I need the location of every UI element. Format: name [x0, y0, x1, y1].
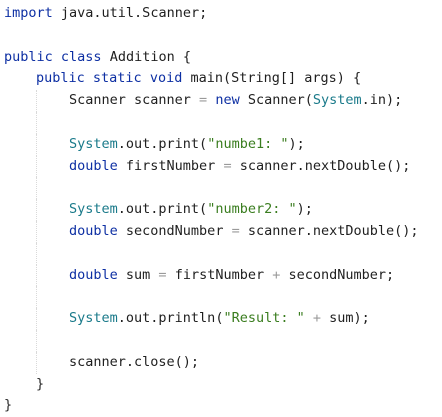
indent-guide	[4, 242, 69, 265]
code-text: .in);	[361, 92, 403, 109]
indent-guide	[4, 155, 69, 178]
closing-brace: }	[36, 375, 45, 392]
code-line: System.out.println("Result: " + sum);	[4, 308, 419, 330]
code-line: }	[4, 374, 419, 396]
code-text: sum);	[321, 310, 370, 327]
code-text: scanner.nextDouble();	[239, 222, 419, 239]
code-text: java.util.Scanner;	[52, 5, 208, 21]
system-class: System	[69, 135, 118, 152]
code-line: double secondNumber = scanner.nextDouble…	[4, 220, 419, 243]
keyword: static	[92, 70, 142, 87]
system-class: System	[312, 92, 362, 109]
keyword: public	[36, 70, 85, 87]
indent-guide	[4, 329, 69, 352]
operator: +	[312, 310, 322, 327]
code-text: .out.print(	[117, 135, 208, 152]
indent-guide	[4, 68, 36, 90]
keyword: class	[60, 48, 102, 65]
system-class: System	[69, 310, 118, 327]
keyword: double	[69, 222, 118, 239]
keyword: import	[4, 5, 53, 21]
keyword: new	[215, 92, 240, 109]
code-line: Scanner scanner = new Scanner(System.in)…	[4, 90, 419, 112]
operator: =	[158, 266, 167, 283]
code-text: main(String[] args) {	[182, 70, 362, 87]
code-text: firstNumber	[166, 266, 273, 283]
system-class: System	[69, 201, 118, 218]
code-line-blank	[4, 286, 419, 309]
code-text: firstNumber	[117, 157, 224, 174]
indent-guide	[4, 199, 69, 221]
code-line: double sum = firstNumber + secondNumber;	[4, 264, 419, 287]
string-literal: "number2: "	[207, 201, 297, 218]
indent-guide	[4, 177, 69, 200]
code-line: System.out.print("numbe1: ");	[4, 133, 419, 156]
indent-guide	[4, 351, 69, 374]
code-line: }	[4, 395, 419, 417]
code-line: public static void main(String[] args) {	[4, 68, 419, 90]
operator: =	[223, 157, 232, 174]
code-text: scanner.nextDouble();	[231, 157, 411, 174]
indent-guide	[4, 90, 69, 112]
code-text: Scanner(	[239, 92, 313, 109]
code-block[interactable]: import java.util.Scanner; public class A…	[4, 3, 419, 417]
class-name: Addition {	[101, 48, 191, 65]
indent-guide	[4, 308, 69, 330]
code-line: scanner.close();	[4, 351, 419, 374]
code-line-blank	[4, 329, 419, 352]
indent-guide	[4, 111, 69, 134]
indent-guide	[4, 133, 69, 156]
code-line: import java.util.Scanner;	[4, 3, 419, 25]
code-text: );	[288, 135, 305, 152]
indent-guide	[4, 264, 69, 287]
code-line: public class Addition {	[4, 47, 419, 69]
keyword: double	[69, 266, 118, 283]
keyword: void	[149, 70, 183, 87]
code-text: .out.println(	[117, 310, 224, 327]
string-literal: "Result: "	[223, 310, 305, 327]
code-line: double firstNumber = scanner.nextDouble(…	[4, 155, 419, 178]
string-literal: "numbe1: "	[207, 135, 289, 152]
closing-brace: }	[4, 397, 13, 414]
code-text: sum	[117, 266, 159, 283]
code-text: );	[296, 201, 313, 218]
code-editor[interactable]: import java.util.Scanner; public class A…	[0, 0, 442, 417]
keyword: double	[69, 157, 118, 174]
code-text: secondNumber;	[280, 266, 395, 283]
operator: =	[231, 222, 240, 239]
code-text: Scanner scanner	[69, 92, 200, 109]
indent-guide	[4, 286, 69, 309]
code-line-blank	[4, 111, 419, 134]
code-line-blank	[4, 177, 419, 200]
indent-guide	[4, 220, 69, 243]
code-text: secondNumber	[117, 222, 232, 239]
code-text: scanner.close();	[69, 353, 200, 370]
code-text: .out.print(	[117, 201, 208, 218]
indent-guide	[4, 374, 36, 396]
keyword: public	[4, 48, 53, 65]
code-line: System.out.print("number2: ");	[4, 199, 419, 221]
operator: =	[199, 92, 208, 109]
code-line-blank	[4, 242, 419, 265]
